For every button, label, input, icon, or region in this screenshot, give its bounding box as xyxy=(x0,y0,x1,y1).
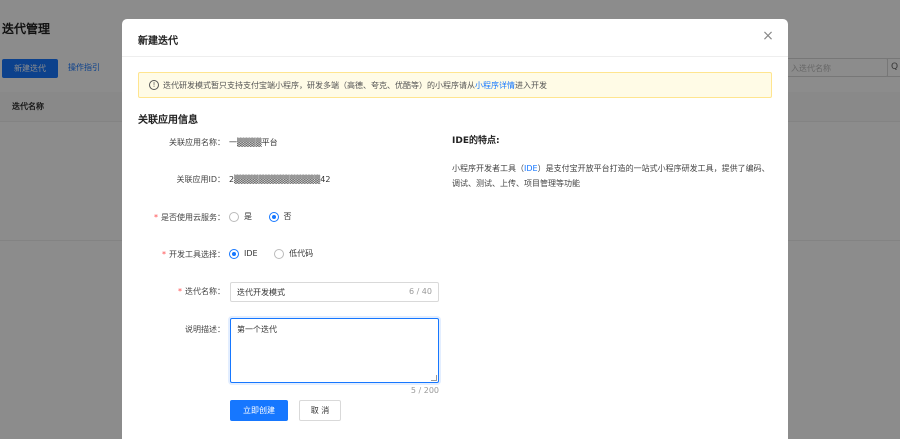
cloud-service-row: * 是否使用云服务： 是 否 xyxy=(122,211,306,224)
app-name-label: 关联应用名称： xyxy=(169,138,225,147)
notice-text: 迭代研发模式暂只支持支付宝端小程序，研发多端（高德、夸克、优酷等）的小程序请从 xyxy=(163,80,475,90)
notice-text-tail: 进入开发 xyxy=(515,80,547,90)
description-label: 说明描述： xyxy=(185,325,225,334)
char-count: 5 / 200 xyxy=(410,386,439,395)
cancel-button[interactable]: 取 消 xyxy=(299,400,341,421)
notice-banner: ! 迭代研发模式暂只支持支付宝端小程序，研发多端（高德、夸克、优酷等）的小程序请… xyxy=(138,72,772,98)
iteration-name-value: 迭代开发模式 xyxy=(237,288,285,297)
ide-feature-description: 小程序开发者工具（IDE）是支付宝开放平台打造的一站式小程序研发工具，提供了编码… xyxy=(452,161,772,191)
info-icon: ! xyxy=(149,80,159,90)
app-name-row: 关联应用名称： 一▒▒▒▒平台 xyxy=(122,137,278,148)
radio-checked-icon xyxy=(229,248,239,259)
radio-label: 否 xyxy=(283,212,292,221)
create-button[interactable]: 立即创建 xyxy=(230,400,288,421)
iteration-name-label: * 迭代名称： xyxy=(122,286,225,297)
dev-tool-label-text: 开发工具选择： xyxy=(169,249,225,259)
modal-title: 新建迭代 xyxy=(138,36,178,47)
tool-radio-ide[interactable]: IDE xyxy=(229,248,258,259)
iteration-name-row: * 迭代名称： xyxy=(122,286,225,297)
char-count: 6 / 40 xyxy=(408,287,432,296)
cloud-service-label: * 是否使用云服务： xyxy=(122,212,225,223)
app-id-value: 2▒▒▒▒▒▒▒▒▒▒▒▒▒▒42 xyxy=(229,175,331,184)
ide-feature-title: IDE的特点: xyxy=(452,136,500,146)
app-id-label: 关联应用ID： xyxy=(176,175,225,184)
dev-tool-radio-group: IDE 低代码 xyxy=(229,248,327,261)
dev-tool-label: * 开发工具选择： xyxy=(122,249,225,260)
mini-program-detail-link[interactable]: 小程序详情 xyxy=(475,80,515,91)
cloud-service-label-text: 是否使用云服务： xyxy=(161,212,225,222)
iteration-name-label-text: 迭代名称： xyxy=(185,287,225,296)
description-textarea[interactable]: 第一个迭代 xyxy=(230,318,439,383)
tool-radio-lowcode[interactable]: 低代码 xyxy=(274,248,313,259)
app-name-value: 一▒▒▒▒平台 xyxy=(229,138,278,147)
ide-desc-text: 小程序开发者工具（ xyxy=(452,164,524,173)
dev-tool-row: * 开发工具选择： IDE 低代码 xyxy=(122,248,327,261)
required-mark: * xyxy=(154,212,158,222)
ide-link[interactable]: IDE xyxy=(524,164,538,173)
iteration-name-input[interactable]: 迭代开发模式 6 / 40 xyxy=(230,282,439,302)
cloud-radio-no[interactable]: 否 xyxy=(268,211,292,222)
radio-label: 低代码 xyxy=(289,249,314,258)
description-row: 说明描述： xyxy=(122,324,225,335)
resize-handle-icon[interactable] xyxy=(431,375,437,381)
radio-checked-icon xyxy=(268,211,279,222)
required-mark: * xyxy=(162,249,166,259)
section-title: 关联应用信息 xyxy=(138,115,198,126)
cloud-radio-yes[interactable]: 是 xyxy=(229,211,252,222)
description-value: 第一个迭代 xyxy=(237,325,277,334)
close-icon[interactable]: × xyxy=(760,28,776,44)
radio-label: IDE xyxy=(244,249,258,258)
new-iteration-modal: 新建迭代 × ! 迭代研发模式暂只支持支付宝端小程序，研发多端（高德、夸克、优酷… xyxy=(122,19,788,439)
modal-header: 新建迭代 × xyxy=(122,19,788,57)
cloud-service-radio-group: 是 否 xyxy=(229,211,306,224)
app-id-row: 关联应用ID： 2▒▒▒▒▒▒▒▒▒▒▒▒▒▒42 xyxy=(122,174,330,185)
radio-label: 是 xyxy=(244,212,252,221)
radio-unchecked-icon xyxy=(229,211,239,222)
required-mark: * xyxy=(178,287,182,296)
radio-unchecked-icon xyxy=(274,248,285,259)
